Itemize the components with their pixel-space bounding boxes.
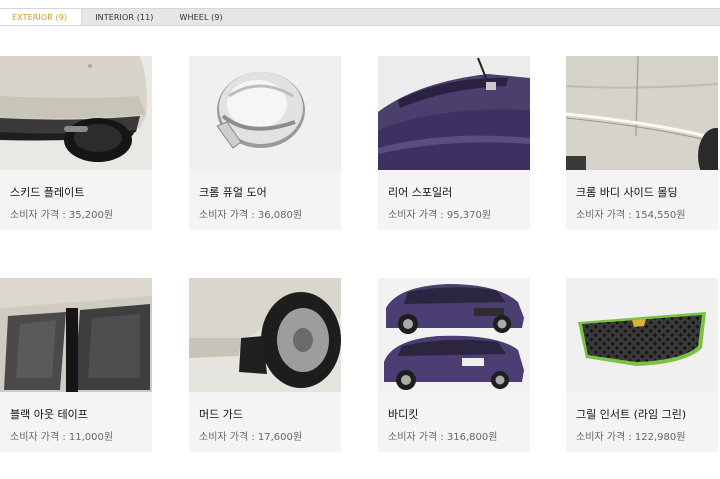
price-value: 122,980원 xyxy=(634,432,686,443)
product-name: 크롬 퓨얼 도어 xyxy=(199,186,267,199)
product-card-skid-plate[interactable]: 스키드 플레이트 소비자 가격 : 35,200원 xyxy=(0,56,152,230)
mud-guard-photo xyxy=(189,278,341,392)
price-label: 소비자 가격 : xyxy=(10,432,69,443)
price-label: 소비자 가격 : xyxy=(388,432,447,443)
price-label: 소비자 가격 : xyxy=(199,432,258,443)
price-value: 11,000원 xyxy=(68,432,114,443)
product-card-blackout-tape[interactable]: 블랙 아웃 테이프 소비자 가격 : 11,000원 xyxy=(0,278,152,452)
product-name: 그릴 인서트 (라임 그린) xyxy=(576,408,687,421)
chrome-fuel-door-photo xyxy=(189,56,341,170)
product-price: 소비자 가격 : 11,000원 xyxy=(10,428,113,443)
product-price: 소비자 가격 : 17,600원 xyxy=(199,428,302,443)
rear-spoiler-photo xyxy=(378,56,530,170)
product-name: 크롬 바디 사이드 몰딩 xyxy=(576,186,678,199)
product-name: 블랙 아웃 테이프 xyxy=(10,408,88,421)
product-name: 머드 가드 xyxy=(199,408,243,421)
product-price: 소비자 가격 : 154,550원 xyxy=(576,206,685,221)
price-label: 소비자 가격 : xyxy=(388,210,447,221)
price-value: 316,800원 xyxy=(446,432,498,443)
price-label: 소비자 가격 : xyxy=(199,210,258,221)
product-price: 소비자 가격 : 36,080원 xyxy=(199,206,302,221)
price-label: 소비자 가격 : xyxy=(10,210,69,221)
price-value: 154,550원 xyxy=(634,210,686,221)
price-value: 95,370원 xyxy=(446,210,492,221)
product-price: 소비자 가격 : 122,980원 xyxy=(576,428,685,443)
product-card-chrome-side-molding[interactable]: 크롬 바디 사이드 몰딩 소비자 가격 : 154,550원 xyxy=(566,56,718,230)
blackout-tape-photo xyxy=(0,278,152,392)
product-name: 스키드 플레이트 xyxy=(10,186,85,199)
product-price: 소비자 가격 : 95,370원 xyxy=(388,206,491,221)
product-card-grille-insert[interactable]: 그릴 인서트 (라임 그린) 소비자 가격 : 122,980원 xyxy=(566,278,718,452)
product-grid: 스키드 플레이트 소비자 가격 : 35,200원 크롬 퓨얼 도어 소비자 가… xyxy=(0,0,720,479)
body-kit-photo xyxy=(378,278,530,392)
product-price: 소비자 가격 : 35,200원 xyxy=(10,206,113,221)
product-card-body-kit[interactable]: 바디킷 소비자 가격 : 316,800원 xyxy=(378,278,530,452)
price-value: 35,200원 xyxy=(68,210,114,221)
skid-plate-photo xyxy=(0,56,152,170)
product-name: 바디킷 xyxy=(388,408,419,421)
chrome-side-molding-photo xyxy=(566,56,718,170)
product-price: 소비자 가격 : 316,800원 xyxy=(388,428,497,443)
product-card-rear-spoiler[interactable]: 리어 스포일러 소비자 가격 : 95,370원 xyxy=(378,56,530,230)
price-value: 17,600원 xyxy=(257,432,303,443)
product-name: 리어 스포일러 xyxy=(388,186,453,199)
price-label: 소비자 가격 : xyxy=(576,210,635,221)
grille-insert-photo xyxy=(566,278,718,392)
product-card-mud-guard[interactable]: 머드 가드 소비자 가격 : 17,600원 xyxy=(189,278,341,452)
product-card-chrome-fuel-door[interactable]: 크롬 퓨얼 도어 소비자 가격 : 36,080원 xyxy=(189,56,341,230)
price-value: 36,080원 xyxy=(257,210,303,221)
price-label: 소비자 가격 : xyxy=(576,432,635,443)
